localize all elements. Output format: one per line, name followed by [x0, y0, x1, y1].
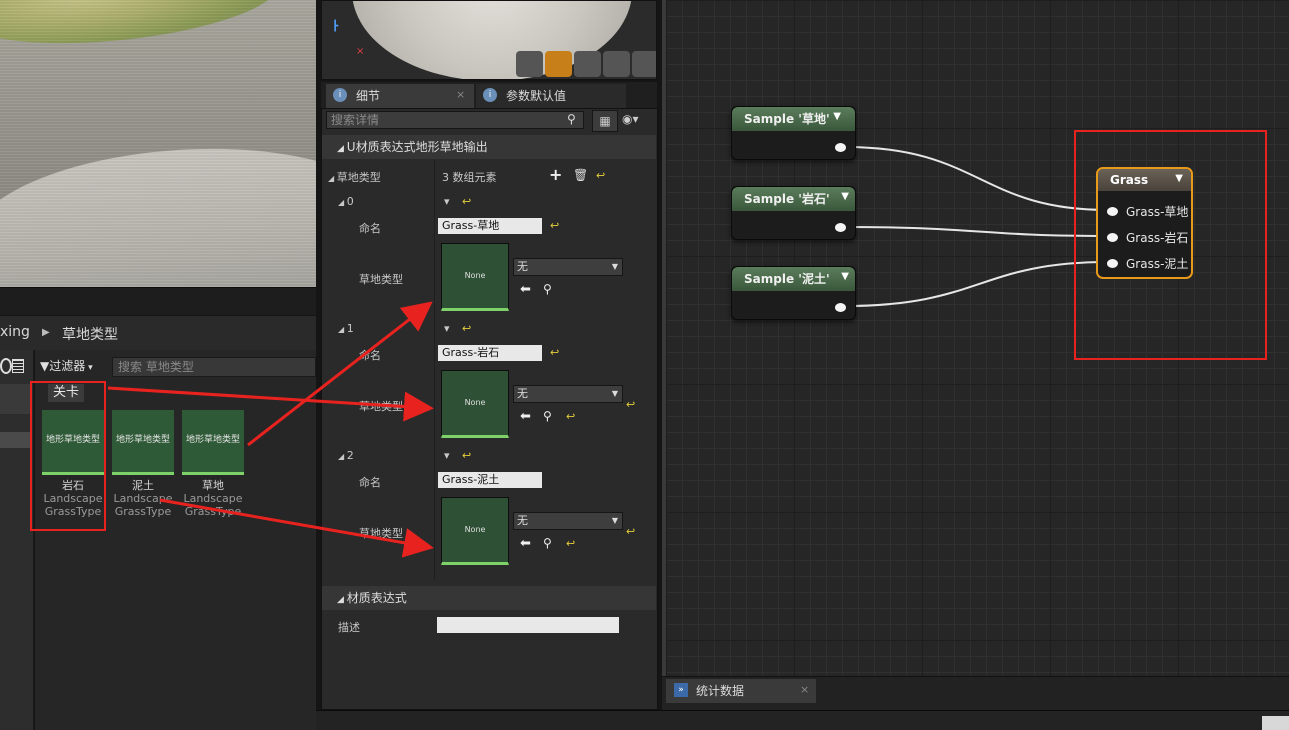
- annotation-arrows: [107, 301, 434, 558]
